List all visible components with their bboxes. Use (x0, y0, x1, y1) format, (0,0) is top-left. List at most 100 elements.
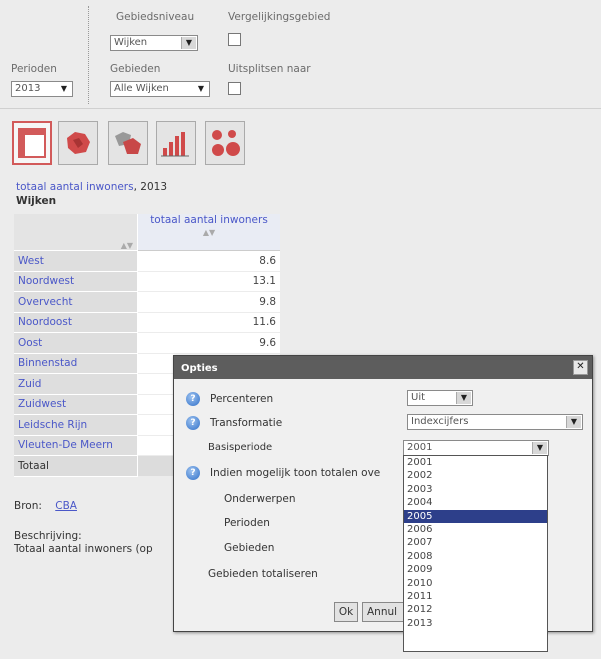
beschrijving-text: Totaal aantal inwoners (op (14, 543, 153, 555)
uitsplitsen-label: Uitsplitsen naar (228, 63, 311, 75)
row-name[interactable]: Noordoost (14, 312, 138, 333)
perioden-select[interactable]: 2013 ▼ (11, 81, 73, 97)
uitsplitsen-checkbox[interactable] (228, 82, 241, 95)
map-view-button[interactable] (58, 121, 98, 165)
percenteren-select[interactable]: Uit ▼ (407, 390, 473, 406)
row-name[interactable]: Binnenstad (14, 353, 138, 374)
transformatie-value: Indexcijfers (411, 416, 469, 427)
table-title-period: , 2013 (133, 181, 168, 193)
dropdown-option[interactable]: 2003 (404, 483, 547, 496)
dropdown-option[interactable]: 2012 (404, 603, 547, 616)
gebieden-value: Alle Wijken (114, 83, 169, 94)
row-name[interactable]: Zuid (14, 373, 138, 395)
dialog-title[interactable]: Opties (174, 356, 592, 379)
chevron-down-icon: ▼ (566, 416, 581, 428)
sort-icon[interactable]: ▲▼ (18, 241, 133, 250)
perioden-label: Perioden (11, 63, 57, 75)
close-icon[interactable]: ✕ (573, 360, 588, 375)
transformatie-select[interactable]: Indexcijfers ▼ (407, 414, 583, 430)
dropdown-option[interactable]: 2008 (404, 550, 547, 563)
vergelijkingsgebied-label: Vergelijkingsgebied (228, 11, 331, 23)
pie-chart-icon (212, 130, 240, 156)
gebieden-select[interactable]: Alle Wijken ▼ (110, 81, 210, 97)
bar-chart-icon (161, 132, 189, 157)
basisperiode-dropdown-list: 2001 2002 2003 2004 2005 2006 2007 2008 … (403, 455, 548, 652)
row-value: 11.6 (137, 312, 280, 333)
table-view-button[interactable] (12, 121, 52, 165)
dropdown-option[interactable]: 2013 (404, 617, 547, 630)
dropdown-option[interactable]: 2009 (404, 563, 547, 576)
gebieden-label: Gebieden (110, 63, 161, 75)
gebiedsniveau-label: Gebiedsniveau (116, 11, 195, 23)
gebieden-totaliseren-label: Gebieden totaliseren (208, 568, 318, 580)
gebiedsniveau-select[interactable]: Wijken ▼ (110, 35, 198, 51)
bar-chart-view-button[interactable] (156, 121, 196, 165)
vergelijkingsgebied-checkbox[interactable] (228, 33, 241, 46)
table-subtitle: Wijken (16, 195, 57, 207)
row-name[interactable]: Overvecht (14, 291, 138, 313)
table-row: Overvecht 9.8 (14, 291, 280, 313)
chevron-down-icon: ▼ (57, 83, 71, 95)
dropdown-option-highlighted[interactable]: 2005 (404, 509, 547, 523)
gebiedsniveau-value: Wijken (114, 37, 148, 48)
bron-row: Bron: CBA (14, 500, 77, 512)
table-title: totaal aantal inwoners, 2013 (16, 181, 167, 193)
pie-chart-view-button[interactable] (205, 121, 245, 165)
chevron-down-icon: ▼ (532, 442, 547, 454)
dropdown-option[interactable]: 2011 (404, 590, 547, 603)
gebieden-option-label: Gebieden (224, 542, 275, 554)
bron-link[interactable]: CBA (55, 500, 77, 512)
percenteren-label: Percenteren (210, 393, 274, 405)
row-value: 9.6 (137, 332, 280, 354)
filter-divider (88, 6, 89, 104)
row-value: 13.1 (137, 271, 280, 292)
column-header[interactable]: totaal aantal inwoners ▲▼ (137, 214, 280, 251)
transformatie-label: Transformatie (210, 417, 283, 429)
beschrijving-label: Beschrijving: (14, 530, 82, 542)
help-icon[interactable]: ? (186, 466, 200, 480)
annuleren-button[interactable]: Annul (362, 602, 406, 622)
row-name[interactable]: Zuidwest (14, 394, 138, 415)
row-header-cell[interactable]: ▲▼ (14, 214, 138, 251)
help-icon[interactable]: ? (186, 416, 200, 430)
multi-map-view-button[interactable] (108, 121, 148, 165)
chevron-down-icon: ▼ (194, 83, 208, 95)
table-row: Oost 9.6 (14, 332, 280, 354)
multi-map-icon (115, 132, 141, 154)
percenteren-value: Uit (411, 392, 426, 403)
dropdown-option[interactable]: 2004 (404, 496, 547, 509)
row-name[interactable]: Leidsche Rijn (14, 414, 138, 436)
help-icon[interactable]: ? (186, 392, 200, 406)
ok-button[interactable]: Ok (334, 602, 358, 622)
row-value: 9.8 (137, 291, 280, 313)
table-row: West 8.6 (14, 250, 280, 272)
table-title-link[interactable]: totaal aantal inwoners (16, 181, 134, 193)
onderwerpen-label: Onderwerpen (224, 493, 296, 505)
basisperiode-select[interactable]: 2001 ▼ (403, 440, 549, 456)
basisperiode-value: 2001 (407, 442, 433, 453)
totalen-label: Indien mogelijk toon totalen ove (210, 467, 381, 479)
row-name[interactable]: Oost (14, 332, 138, 354)
row-name[interactable]: West (14, 250, 138, 272)
row-name[interactable]: Vleuten-De Meern (14, 435, 138, 456)
dropdown-option[interactable]: 2006 (404, 523, 547, 536)
dropdown-option[interactable]: 2002 (404, 469, 547, 482)
table-row: Noordwest 13.1 (14, 271, 280, 292)
column-header-label[interactable]: totaal aantal inwoners (150, 214, 268, 226)
table-header-row: ▲▼ totaal aantal inwoners ▲▼ (14, 214, 280, 251)
dropdown-option[interactable]: 2007 (404, 536, 547, 549)
sort-icon[interactable]: ▲▼ (142, 228, 276, 237)
total-label: Totaal (14, 455, 138, 477)
chevron-down-icon: ▼ (456, 392, 471, 404)
perioden-option-label: Perioden (224, 517, 270, 529)
chevron-down-icon: ▼ (181, 37, 196, 49)
row-value: 8.6 (137, 250, 280, 272)
filter-bottom-rule (0, 108, 601, 109)
row-name[interactable]: Noordwest (14, 271, 138, 292)
table-row: Noordoost 11.6 (14, 312, 280, 333)
dropdown-option[interactable]: 2001 (404, 456, 547, 469)
perioden-value: 2013 (15, 83, 41, 94)
map-icon (67, 132, 90, 154)
bron-label: Bron: (14, 500, 42, 512)
dropdown-option[interactable]: 2010 (404, 577, 547, 590)
